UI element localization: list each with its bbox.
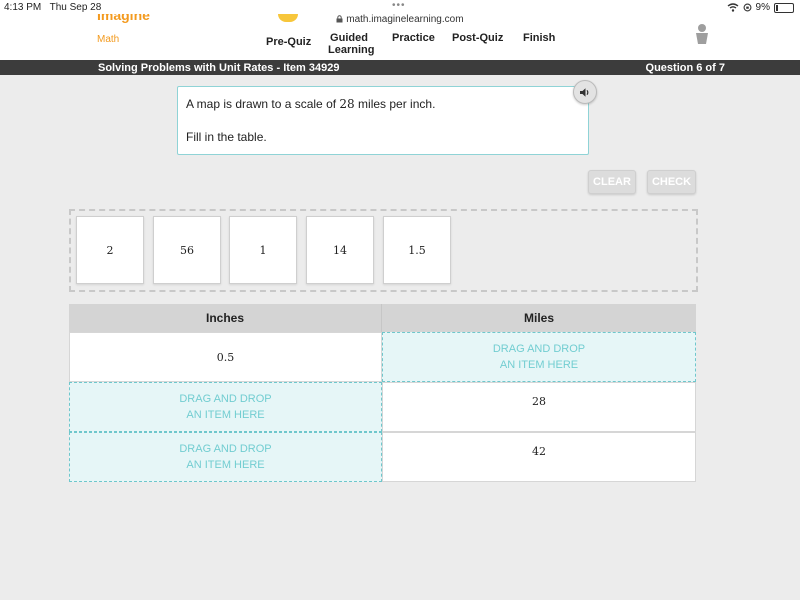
- drag-tile[interactable]: 1.5: [383, 216, 451, 284]
- question-text: A map is drawn to a scale of 28 miles pe…: [186, 97, 436, 111]
- brand-logo[interactable]: Imagine: [97, 14, 150, 28]
- lesson-title: Solving Problems with Unit Rates - Item …: [98, 62, 340, 74]
- wifi-icon: [727, 3, 738, 12]
- check-button[interactable]: CHECK: [647, 170, 696, 194]
- table-cell: 42: [382, 432, 696, 482]
- speaker-icon: [580, 87, 589, 97]
- nav-guided-learning[interactable]: Guided Learning: [328, 32, 374, 56]
- rotation-lock-icon: [743, 3, 752, 12]
- drop-zone[interactable]: DRAG AND DROP AN ITEM HERE: [382, 332, 696, 382]
- battery-percent: 9%: [755, 2, 770, 13]
- lock-icon: [336, 15, 343, 23]
- nav-post-quiz[interactable]: Post-Quiz: [452, 32, 503, 44]
- brand-sub: Math: [97, 34, 120, 45]
- drop-zone[interactable]: DRAG AND DROP AN ITEM HERE: [69, 382, 382, 432]
- nav-header: math.imaginelearning.com Imagine Math Pr…: [0, 14, 800, 60]
- clear-button[interactable]: CLEAR: [588, 170, 636, 194]
- status-time: 4:13 PM Thu Sep 28: [4, 2, 102, 13]
- drag-tile[interactable]: 56: [153, 216, 221, 284]
- drop-zone[interactable]: DRAG AND DROP AN ITEM HERE: [69, 432, 382, 482]
- status-right: 9%: [727, 2, 794, 13]
- table-cell: 0.5: [69, 332, 382, 382]
- nav-practice[interactable]: Practice: [392, 32, 435, 44]
- question-box: A map is drawn to a scale of 28 miles pe…: [177, 86, 589, 155]
- nav-finish[interactable]: Finish: [523, 32, 555, 44]
- more-dots-icon[interactable]: •••: [392, 0, 406, 11]
- question-progress: Question 6 of 7: [645, 62, 725, 74]
- battery-icon: [774, 2, 794, 13]
- lesson-title-bar: Solving Problems with Unit Rates - Item …: [0, 60, 800, 75]
- drag-tile[interactable]: 2: [76, 216, 144, 284]
- drag-tile[interactable]: 14: [306, 216, 374, 284]
- table-cell: 28: [382, 382, 696, 432]
- avatar-icon[interactable]: [694, 24, 710, 44]
- status-bar: 4:13 PM Thu Sep 28 ••• 9%: [0, 0, 800, 14]
- drag-tile[interactable]: 1: [229, 216, 297, 284]
- column-header-inches: Inches: [69, 304, 382, 332]
- speaker-button[interactable]: [573, 80, 597, 104]
- column-header-miles: Miles: [382, 304, 696, 332]
- question-instruction: Fill in the table.: [186, 130, 267, 144]
- nav-pre-quiz[interactable]: Pre-Quiz: [266, 36, 311, 48]
